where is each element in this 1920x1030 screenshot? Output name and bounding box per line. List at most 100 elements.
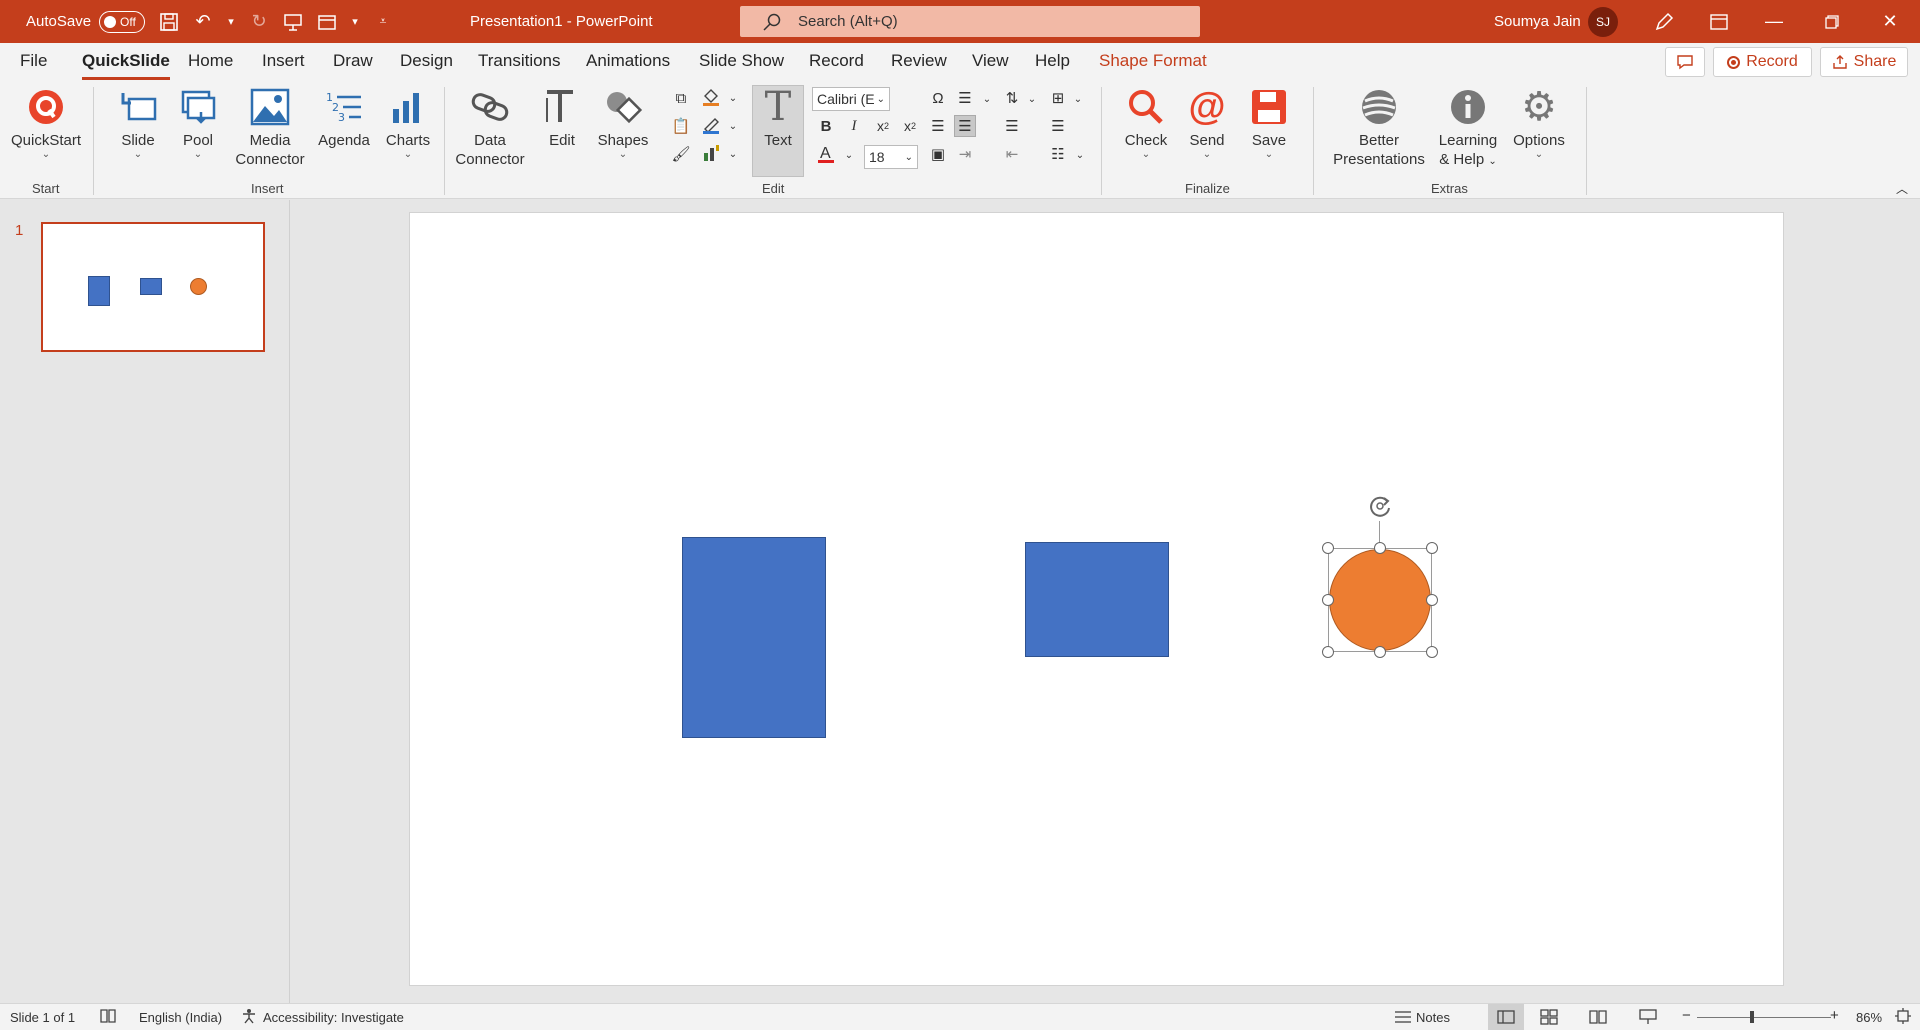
font-color-dropdown-icon[interactable]: ⌄ — [838, 144, 860, 166]
subscript-icon[interactable]: x2 — [872, 115, 894, 137]
font-name-select[interactable]: Calibri (E ⌄ — [812, 87, 890, 111]
font-color-icon[interactable]: A — [815, 143, 837, 165]
tab-transitions[interactable]: Transitions — [478, 51, 561, 71]
resize-handle-sw[interactable] — [1322, 646, 1334, 658]
slide-thumbnail[interactable] — [41, 222, 265, 352]
save-ribbon-button[interactable]: Save ⌄ — [1244, 85, 1294, 160]
pool-button[interactable]: Pool ⌄ — [174, 85, 222, 160]
tab-animations[interactable]: Animations — [586, 51, 670, 71]
zoom-in-icon[interactable]: + — [1830, 1007, 1839, 1024]
tab-view[interactable]: View — [972, 51, 1009, 71]
rectangle-shape-1[interactable] — [682, 537, 826, 738]
tab-record[interactable]: Record — [809, 51, 864, 71]
line-spacing-icon[interactable]: ☰ — [954, 87, 976, 109]
minimize-icon[interactable]: — — [1750, 0, 1798, 43]
layout-icon[interactable] — [316, 11, 338, 33]
layout-dropdown-icon[interactable]: ▾ — [350, 11, 360, 33]
outline-dropdown-icon[interactable]: ⌄ — [722, 115, 744, 137]
resize-handle-e[interactable] — [1426, 594, 1438, 606]
copy-format-icon[interactable]: ⧉ — [670, 87, 692, 109]
textbox-icon[interactable]: ▣ — [927, 143, 949, 165]
customize-qat-icon[interactable]: ⩡ — [372, 11, 394, 33]
rectangle-shape-2[interactable] — [1025, 542, 1169, 657]
font-size-select[interactable]: 18 ⌄ — [864, 145, 918, 169]
effects-icon[interactable] — [700, 142, 722, 164]
present-icon[interactable] — [282, 11, 304, 33]
sort-dropdown-icon[interactable]: ⌄ — [1021, 88, 1043, 110]
zoom-slider-thumb[interactable] — [1750, 1011, 1754, 1023]
spelling-icon[interactable] — [99, 1008, 117, 1027]
tab-design[interactable]: Design — [400, 51, 453, 71]
tab-insert[interactable]: Insert — [262, 51, 305, 71]
ribbon-display-icon[interactable] — [1695, 0, 1743, 43]
record-button[interactable]: Record — [1713, 47, 1812, 77]
autosave-toggle[interactable]: Off — [99, 10, 146, 33]
format-painter-icon[interactable]: 🖌 — [670, 143, 692, 165]
tab-home[interactable]: Home — [188, 51, 233, 71]
pen-icon[interactable] — [1640, 0, 1688, 43]
outdent-icon[interactable]: ⇤ — [1001, 143, 1023, 165]
tab-slide-show[interactable]: Slide Show — [699, 51, 784, 71]
search-box[interactable]: Search (Alt+Q) — [740, 6, 1200, 37]
data-connector-button[interactable]: Data Connector — [452, 85, 528, 169]
tab-shape-format[interactable]: Shape Format — [1099, 51, 1207, 71]
tab-review[interactable]: Review — [891, 51, 947, 71]
undo-icon[interactable]: ↶ — [192, 11, 214, 33]
text-button[interactable]: T Text — [752, 85, 804, 150]
zoom-slider-track[interactable] — [1697, 1017, 1831, 1018]
arrange-icon[interactable]: ⊞ — [1047, 87, 1069, 109]
share-button[interactable]: Share — [1820, 47, 1908, 77]
slide-sorter-icon[interactable] — [1540, 1009, 1558, 1028]
effects-dropdown-icon[interactable]: ⌄ — [722, 143, 744, 165]
fill-color-icon[interactable] — [700, 86, 722, 108]
line-spacing-dropdown-icon[interactable]: ⌄ — [976, 88, 998, 110]
outline-color-icon[interactable] — [700, 114, 722, 136]
symbol-icon[interactable]: Ω — [927, 87, 949, 109]
charts-button[interactable]: Charts ⌄ — [382, 85, 434, 160]
indent-icon[interactable]: ⇥ — [954, 143, 976, 165]
comments-button[interactable] — [1665, 47, 1705, 77]
shapes-button[interactable]: Shapes ⌄ — [592, 85, 654, 160]
tab-file[interactable]: File — [20, 51, 47, 71]
language[interactable]: English (India) — [139, 1010, 222, 1025]
bullets-dropdown-icon[interactable]: ⌄ — [1069, 144, 1091, 166]
slideshow-view-icon[interactable] — [1639, 1009, 1657, 1028]
notes-button[interactable]: Notes — [1416, 1010, 1450, 1025]
superscript-icon[interactable]: x2 — [899, 115, 921, 137]
resize-handle-n[interactable] — [1374, 542, 1386, 554]
align-center-icon[interactable]: ☰ — [954, 115, 976, 137]
restore-icon[interactable] — [1808, 0, 1856, 43]
undo-dropdown-icon[interactable]: ▾ — [226, 11, 236, 33]
options-button[interactable]: ⚙ Options ⌄ — [1510, 85, 1568, 160]
check-button[interactable]: Check ⌄ — [1120, 85, 1172, 160]
rotate-handle-icon[interactable] — [1365, 491, 1395, 521]
resize-handle-se[interactable] — [1426, 646, 1438, 658]
arrange-dropdown-icon[interactable]: ⌄ — [1067, 88, 1089, 110]
better-presentations-button[interactable]: Better Presentations — [1330, 85, 1428, 169]
resize-handle-s[interactable] — [1374, 646, 1386, 658]
bullets-icon[interactable]: ☷ — [1047, 143, 1069, 165]
slide-button[interactable]: Slide ⌄ — [113, 85, 163, 160]
user-name[interactable]: Soumya Jain — [1494, 0, 1581, 43]
resize-handle-ne[interactable] — [1426, 542, 1438, 554]
align-left-icon[interactable]: ☰ — [927, 115, 949, 137]
normal-view-icon[interactable] — [1488, 1004, 1524, 1030]
redo-icon[interactable]: ↻ — [248, 11, 270, 33]
fill-dropdown-icon[interactable]: ⌄ — [722, 87, 744, 109]
accessibility-status[interactable]: Accessibility: Investigate — [263, 1010, 404, 1025]
justify-icon[interactable]: ☰ — [1047, 115, 1069, 137]
tab-quickslide[interactable]: QuickSlide — [82, 51, 170, 80]
paste-icon[interactable]: 📋 — [670, 115, 692, 137]
zoom-out-icon[interactable]: − — [1682, 1007, 1691, 1024]
close-icon[interactable]: ✕ — [1866, 0, 1914, 43]
zoom-level[interactable]: 86% — [1856, 1010, 1882, 1025]
edit-button[interactable]: Edit — [540, 85, 584, 150]
learning-help-button[interactable]: Learning & Help ⌄ — [1432, 85, 1504, 171]
bold-icon[interactable]: B — [815, 115, 837, 137]
resize-handle-w[interactable] — [1322, 594, 1334, 606]
tab-help[interactable]: Help — [1035, 51, 1070, 71]
sort-icon[interactable]: ⇅ — [1001, 87, 1023, 109]
agenda-button[interactable]: 123 Agenda — [313, 85, 375, 150]
align-right-icon[interactable]: ☰ — [1001, 115, 1023, 137]
collapse-ribbon-icon[interactable]: ︿ — [1891, 177, 1913, 199]
